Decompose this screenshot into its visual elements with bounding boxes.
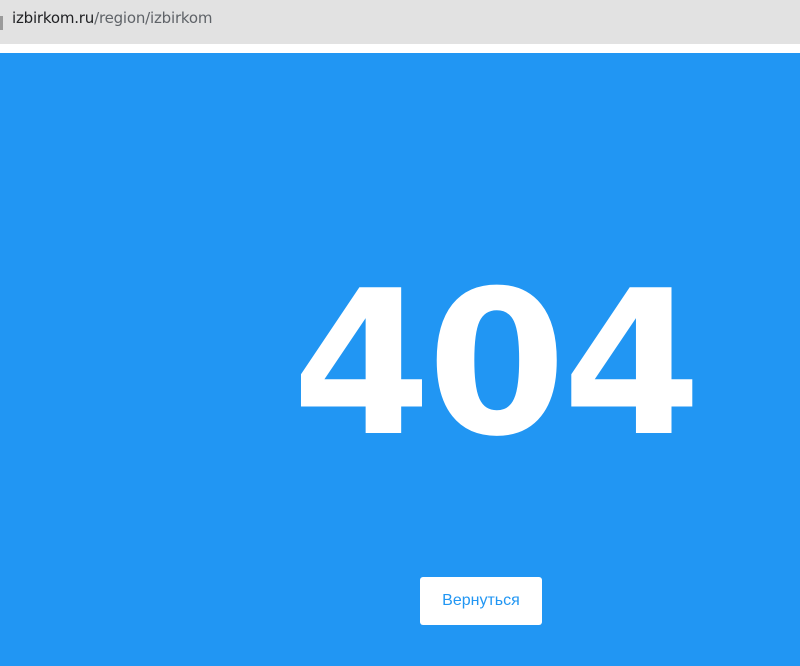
url-text[interactable]: izbirkom.ru/region/izbirkom <box>12 9 212 27</box>
url-host: izbirkom.ru <box>12 9 95 27</box>
url-path: /region/izbirkom <box>94 9 213 27</box>
error-code-heading: 404 <box>292 248 701 481</box>
back-button[interactable]: Вернуться <box>420 577 542 625</box>
toolbar-divider <box>0 44 800 53</box>
address-bar[interactable]: izbirkom.ru/region/izbirkom <box>0 0 800 44</box>
site-info-icon[interactable] <box>0 16 3 30</box>
error-page: 404 Вернуться <box>0 53 800 666</box>
